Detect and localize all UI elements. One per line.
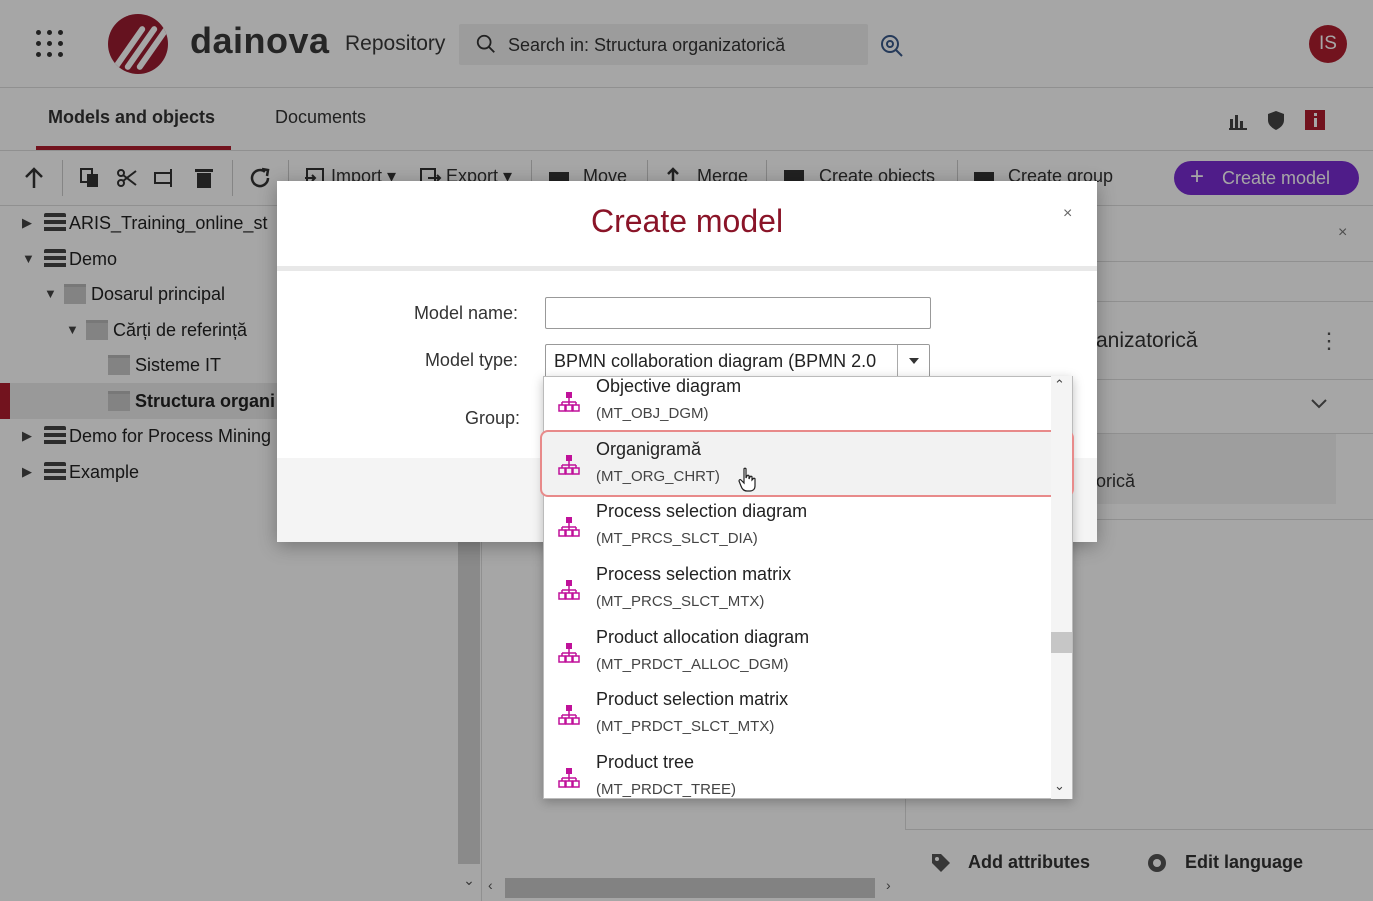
option-code: (MT_PRDCT_ALLOC_DGM) bbox=[596, 656, 789, 673]
option-code: (MT_OBJ_DGM) bbox=[596, 405, 709, 422]
option-code: (MT_PRDCT_SLCT_MTX) bbox=[596, 718, 775, 735]
option-name: Process selection diagram bbox=[596, 501, 808, 521]
model-name-label: Model name: bbox=[413, 303, 518, 323]
option-code: (MT_PRCS_SLCT_DIA) bbox=[596, 530, 758, 547]
org-chart-model-icon bbox=[558, 705, 580, 725]
close-icon[interactable]: × bbox=[1063, 205, 1072, 223]
model-type-select[interactable]: BPMN collaboration diagram (BPMN 2.0 bbox=[545, 344, 930, 378]
org-chart-model-icon bbox=[558, 455, 580, 475]
option-code: (MT_PRDCT_TREE) bbox=[596, 781, 737, 798]
option-code: (MT_PRCS_SLCT_MTX) bbox=[596, 593, 765, 610]
model-type-label: Model type: bbox=[424, 350, 518, 370]
scroll-down-icon[interactable]: ⌄ bbox=[1054, 778, 1065, 794]
option-name: Objective diagram bbox=[596, 376, 742, 396]
group-label: Group: bbox=[464, 408, 520, 428]
option-code: (MT_ORG_CHRT) bbox=[596, 468, 720, 485]
option-name: Product allocation diagram bbox=[596, 627, 810, 647]
dropdown-option[interactable]: Product allocation diagram (MT_PRDCT_ALLO… bbox=[544, 627, 1051, 690]
model-name-input[interactable] bbox=[545, 297, 931, 329]
dropdown-arrow-icon[interactable] bbox=[897, 345, 929, 377]
org-chart-model-icon bbox=[558, 517, 580, 537]
dialog-title: Create model bbox=[590, 203, 784, 239]
scroll-up-icon[interactable]: ⌃ bbox=[1054, 377, 1065, 393]
model-type-value: BPMN collaboration diagram (BPMN 2.0 bbox=[554, 351, 877, 371]
dropdown-option[interactable]: Objective diagram (MT_OBJ_DGM) bbox=[544, 376, 1051, 439]
hand-cursor-icon bbox=[738, 467, 756, 492]
dialog-divider bbox=[277, 266, 1097, 271]
dropdown-option[interactable]: Product selection matrix (MT_PRDCT_SLCT_M… bbox=[544, 689, 1051, 752]
option-name: Product tree bbox=[596, 752, 695, 772]
dropdown-option[interactable]: Process selection diagram (MT_PRCS_SLCT_D… bbox=[544, 501, 1051, 564]
org-chart-model-icon bbox=[558, 580, 580, 600]
org-chart-model-icon bbox=[558, 643, 580, 663]
dropdown-option[interactable]: Organigramă (MT_ORG_CHRT) bbox=[544, 439, 1051, 502]
dropdown-scroll-thumb[interactable] bbox=[1051, 632, 1072, 653]
org-chart-model-icon bbox=[558, 392, 580, 412]
option-name: Process selection matrix bbox=[596, 564, 792, 584]
org-chart-model-icon bbox=[558, 768, 580, 788]
dropdown-option[interactable]: Product tree (MT_PRDCT_TREE) bbox=[544, 752, 1051, 815]
dropdown-option[interactable]: Process selection matrix (MT_PRCS_SLCT_MT… bbox=[544, 564, 1051, 627]
option-name: Product selection matrix bbox=[596, 689, 789, 709]
option-name: Organigramă bbox=[596, 439, 702, 459]
dropdown-scrollbar[interactable] bbox=[1051, 376, 1072, 799]
